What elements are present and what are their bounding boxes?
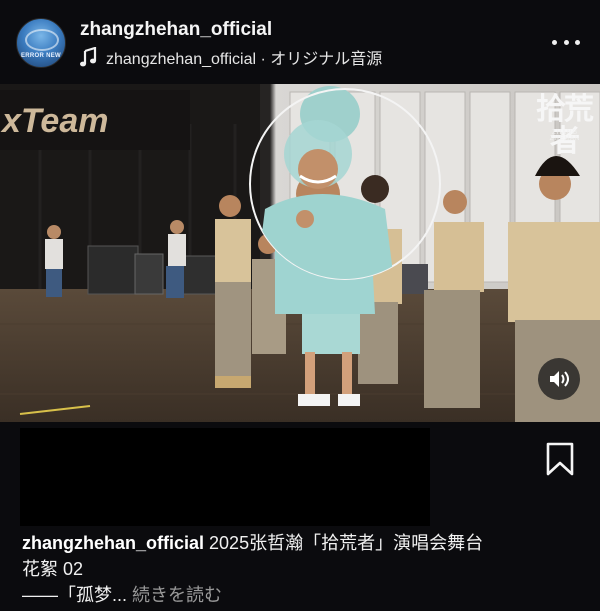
- username[interactable]: zhangzhehan_official: [80, 19, 272, 41]
- caption-text-1: 2025张哲瀚「拾荒者」演唱会舞台: [204, 533, 484, 553]
- bookmark-icon[interactable]: [545, 442, 575, 476]
- speaker-volume-icon: [550, 371, 569, 387]
- avatar-text: ERROR NEW: [20, 53, 62, 59]
- avatar-ring-graphic: [25, 29, 59, 51]
- caption-line-2: 花絮 02: [22, 559, 84, 579]
- more-options-icon[interactable]: [552, 32, 580, 52]
- post-caption: zhangzhehan_official 2025张哲瀚「拾荒者」演唱会舞台 花…: [22, 530, 582, 608]
- music-note-icon: [80, 47, 97, 67]
- redacted-action-area: [20, 428, 430, 526]
- caption-username[interactable]: zhangzhehan_official: [22, 533, 204, 553]
- post-header: ERROR NEW zhangzhehan_official zhangzheh…: [0, 0, 600, 84]
- more-dot: [563, 39, 569, 45]
- caption-text-3: ——「孤梦...: [22, 585, 133, 605]
- audio-label: zhangzhehan_official · オリジナル音源: [106, 51, 383, 68]
- read-more-link[interactable]: 続きを読む: [132, 585, 222, 605]
- sound-toggle-button[interactable]: [538, 358, 580, 400]
- caption-line-1: zhangzhehan_official 2025张哲瀚「拾荒者」演唱会舞台: [22, 530, 582, 556]
- caption-line-3: ——「孤梦... 続きを読む: [22, 582, 582, 608]
- banner-text: xTeam: [0, 102, 108, 140]
- post-video[interactable]: xTeam 拾荒者 ZHANG ZHEHAN: [0, 84, 600, 422]
- video-frame-scene: xTeam: [0, 84, 600, 422]
- more-dot: [575, 39, 580, 45]
- instagram-post: ERROR NEW zhangzhehan_official zhangzheh…: [0, 0, 600, 611]
- avatar[interactable]: ERROR NEW: [16, 18, 66, 68]
- more-dot: [552, 39, 557, 45]
- media-logo-subtitle: ZHANG ZHEHAN: [549, 130, 581, 142]
- audio-link[interactable]: zhangzhehan_official · オリジナル音源: [80, 46, 382, 68]
